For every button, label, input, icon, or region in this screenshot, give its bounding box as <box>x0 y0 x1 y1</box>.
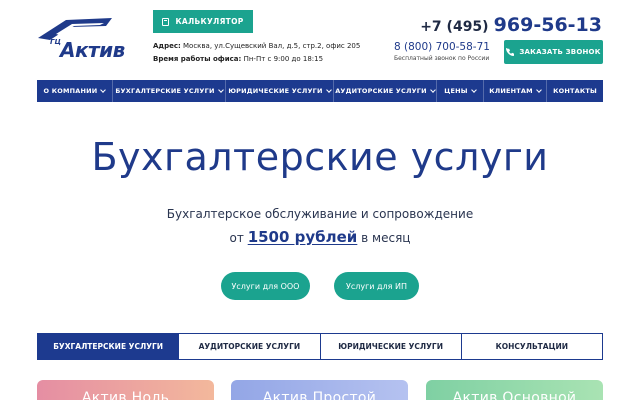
nav-item-clients[interactable]: КЛИЕНТАМ <box>484 80 547 102</box>
nav-item-label: ЮРИДИЧЕСКИЕ УСЛУГИ <box>228 87 323 95</box>
price-prefix: от <box>229 231 244 245</box>
free-phone-link[interactable]: 8 (800) 700-58-71 <box>394 41 490 53</box>
chevron-down-icon <box>325 87 332 93</box>
main-phone-link[interactable]: +7 (495) 969-56-13 <box>420 14 602 36</box>
request-call-button[interactable]: ЗАКАЗАТЬ ЗВОНОК <box>504 40 603 64</box>
nav-item-label: О КОМПАНИИ <box>43 87 98 95</box>
nav-item-audit[interactable]: АУДИТОРСКИЕ УСЛУГИ <box>334 80 437 102</box>
phone-icon <box>506 48 515 56</box>
services-tabs: БУХГАЛТЕРСКИЕ УСЛУГИ АУДИТОРСКИЕ УСЛУГИ … <box>37 333 603 360</box>
address-value: Москва, ул.Сущевский Вал, д.5, стр.2, оф… <box>183 42 361 50</box>
nav-item-contacts[interactable]: КОНТАКТЫ <box>547 80 603 102</box>
tab-consulting[interactable]: КОНСУЛЬТАЦИИ <box>462 334 602 359</box>
calculator-button-label: КАЛЬКУЛЯТОР <box>175 17 244 26</box>
services-ip-button[interactable]: Услуги для ИП <box>334 272 419 300</box>
nav-item-label: ЦЕНЫ <box>444 87 468 95</box>
hero-price: от 1500 рублей в месяц <box>0 228 640 246</box>
chevron-down-icon <box>429 87 436 93</box>
company-logo[interactable]: ГЦ Актив <box>36 14 125 64</box>
nav-item-label: АУДИТОРСКИЕ УСЛУГИ <box>335 87 427 95</box>
chevron-down-icon <box>470 87 477 93</box>
free-phone-note: Бесплатный звонок по России <box>394 55 490 62</box>
tariff-card-zero[interactable]: Актив Ноль <box>37 380 214 400</box>
tab-accounting[interactable]: БУХГАЛТЕРСКИЕ УСЛУГИ <box>38 334 180 359</box>
office-info: Адрес: Москва, ул.Сущевский Вал, д.5, ст… <box>153 40 360 66</box>
calculator-button[interactable]: КАЛЬКУЛЯТОР <box>153 10 253 33</box>
nav-item-label: БУХГАЛТЕРСКИЕ УСЛУГИ <box>115 87 215 95</box>
logo-brand-text: Актив <box>60 38 125 62</box>
tariff-card-title: Актив Простой <box>262 390 377 400</box>
tariff-card-title: Актив Основной <box>452 390 577 400</box>
tab-legal[interactable]: ЮРИДИЧЕСКИЕ УСЛУГИ <box>321 334 462 359</box>
nav-item-label: КОНТАКТЫ <box>553 87 597 95</box>
services-ooo-button[interactable]: Услуги для ООО <box>221 272 310 300</box>
address-label: Адрес: <box>153 42 181 50</box>
calculator-icon <box>162 17 170 26</box>
request-call-label: ЗАКАЗАТЬ ЗВОНОК <box>519 48 601 56</box>
page-title: Бухгалтерские услуги <box>91 135 549 179</box>
tab-audit[interactable]: АУДИТОРСКИЕ УСЛУГИ <box>179 334 321 359</box>
price-suffix: в месяц <box>361 231 411 245</box>
chevron-down-icon <box>217 87 224 93</box>
phone-number: 969-56-13 <box>493 14 602 36</box>
nav-item-about[interactable]: О КОМПАНИИ <box>37 80 113 102</box>
tariff-card-basic[interactable]: Актив Основной <box>426 380 603 400</box>
price-amount: 1500 рублей <box>247 228 358 246</box>
nav-item-legal[interactable]: ЮРИДИЧЕСКИЕ УСЛУГИ <box>226 80 334 102</box>
site-header: ГЦ Актив КАЛЬКУЛЯТОР Адрес: Москва, ул.С… <box>0 0 640 78</box>
tariff-card-simple[interactable]: Актив Простой <box>231 380 408 400</box>
phone-prefix: +7 (495) <box>420 19 489 35</box>
tariff-card-title: Актив Ноль <box>81 390 170 400</box>
chevron-down-icon <box>535 87 542 93</box>
hours-label: Время работы офиса: <box>153 55 242 63</box>
nav-item-prices[interactable]: ЦЕНЫ <box>437 80 484 102</box>
nav-item-accounting[interactable]: БУХГАЛТЕРСКИЕ УСЛУГИ <box>113 80 226 102</box>
main-navigation: О КОМПАНИИ БУХГАЛТЕРСКИЕ УСЛУГИ ЮРИДИЧЕС… <box>37 80 603 102</box>
chevron-down-icon <box>100 87 107 93</box>
hours-value: Пн-Пт с 9:00 до 18:15 <box>243 55 324 63</box>
nav-item-label: КЛИЕНТАМ <box>489 87 533 95</box>
hero-subtitle: Бухгалтерское обслуживание и сопровожден… <box>166 207 474 221</box>
